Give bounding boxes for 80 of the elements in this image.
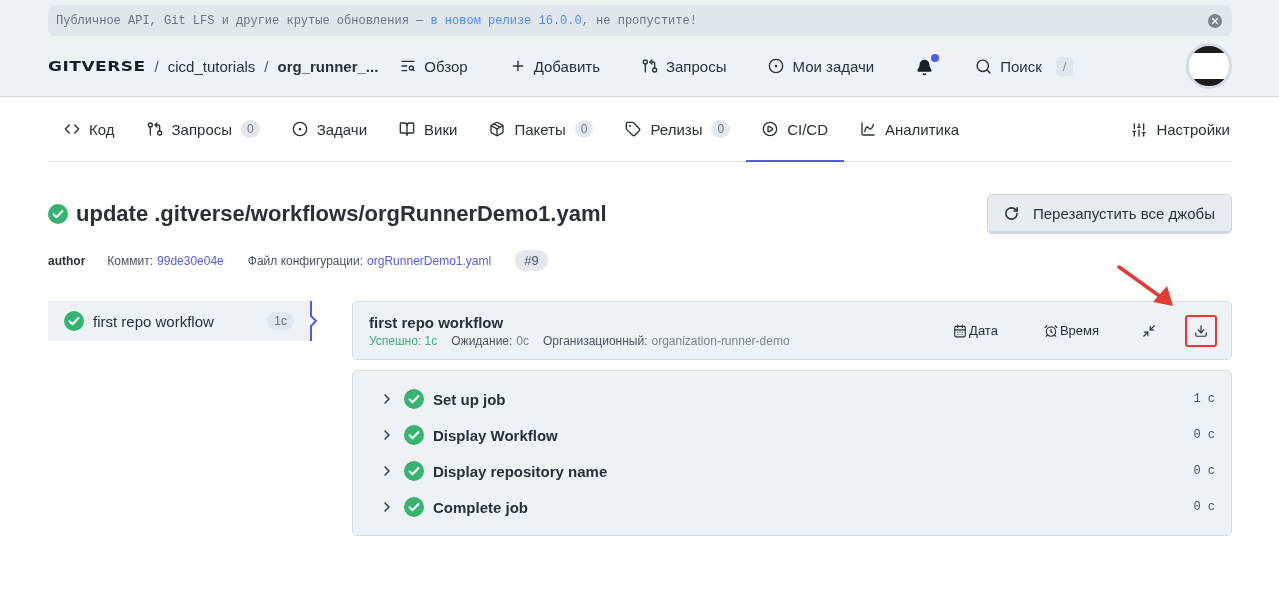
pull-request-icon bbox=[146, 121, 163, 137]
success-duration: Успешно: 1с bbox=[369, 333, 438, 348]
breadcrumb-link[interactable]: org_runner_... bbox=[277, 57, 379, 75]
circle-dot-icon bbox=[768, 58, 785, 74]
tag-icon bbox=[625, 121, 642, 137]
tab[interactable]: Аналитика bbox=[843, 98, 976, 162]
config-label: Файл конфигурации: bbox=[247, 253, 364, 268]
settings-tab[interactable]: Настройки bbox=[1131, 121, 1232, 138]
search-button[interactable]: Поиск / bbox=[975, 56, 1074, 76]
runner-label: Организационный: bbox=[543, 333, 648, 348]
calendar-icon bbox=[953, 323, 968, 338]
step-duration: 1 с bbox=[1193, 392, 1215, 406]
job-item[interactable]: first repo workflow 1с bbox=[48, 301, 310, 341]
breadcrumb-separator: / bbox=[154, 57, 159, 75]
step-name: Set up job bbox=[433, 390, 506, 408]
nav-link[interactable]: Обзор bbox=[400, 57, 468, 75]
chart-line-icon bbox=[859, 121, 876, 137]
success-check-icon bbox=[404, 389, 424, 409]
tab[interactable]: Пакеты 0 bbox=[473, 98, 610, 162]
run-title: update .gitverse/workflows/orgRunnerDemo1.yaml bbox=[76, 201, 608, 227]
count-badge: 0 bbox=[574, 120, 594, 138]
count-badge: 0 bbox=[711, 120, 731, 138]
settings-icon bbox=[1131, 121, 1148, 138]
download-icon bbox=[1194, 323, 1208, 338]
bell-icon bbox=[916, 59, 934, 76]
nav-link[interactable]: Мои задачи bbox=[768, 57, 875, 75]
tab[interactable]: Код bbox=[48, 98, 131, 162]
book-icon bbox=[399, 121, 416, 137]
commit-link[interactable]: 99de30e04e bbox=[157, 253, 224, 268]
tab[interactable]: Задачи bbox=[275, 98, 384, 162]
nav-link[interactable]: Добавить bbox=[509, 57, 600, 75]
fullscreen-icon bbox=[1142, 323, 1156, 338]
notifications-button[interactable] bbox=[914, 54, 940, 78]
success-check-icon bbox=[64, 311, 84, 331]
wait-value: 0с bbox=[516, 333, 530, 348]
run-number: #9 bbox=[515, 250, 548, 271]
download-button[interactable] bbox=[1185, 314, 1217, 347]
success-check-icon bbox=[404, 425, 424, 445]
count-badge: 0 bbox=[241, 120, 260, 138]
success-check-icon bbox=[48, 204, 68, 224]
wait-label: Ожидание: bbox=[451, 333, 513, 348]
alarm-clock-icon bbox=[1043, 323, 1058, 338]
duration-badge: 1с bbox=[267, 312, 294, 330]
tab[interactable]: Вики bbox=[383, 98, 474, 162]
step-name: Complete job bbox=[433, 498, 528, 516]
avatar[interactable] bbox=[1186, 43, 1232, 89]
config-link[interactable]: orgRunnerDemo1.yaml bbox=[367, 253, 492, 268]
tab[interactable]: Запросы 0 bbox=[130, 98, 276, 162]
date-button[interactable]: Дата bbox=[939, 314, 1012, 347]
author-name: author bbox=[48, 253, 86, 268]
step-duration: 0 с bbox=[1193, 464, 1215, 478]
success-check-icon bbox=[404, 461, 424, 481]
refresh-icon bbox=[1003, 205, 1019, 221]
step-duration: 0 с bbox=[1193, 500, 1215, 514]
step-name: Display repository name bbox=[433, 462, 608, 480]
announcement-text: Публичное API, Git LFS и другие крутые обновления — в новом релизе 16.0.0, не пропустите! bbox=[56, 13, 698, 28]
step-duration: 0 с bbox=[1193, 428, 1215, 442]
list-search-icon bbox=[400, 58, 417, 74]
time-button[interactable]: Время bbox=[1029, 314, 1113, 347]
breadcrumb-separator: / bbox=[264, 57, 269, 75]
circle-dot-icon bbox=[291, 121, 308, 137]
close-button[interactable] bbox=[1208, 13, 1222, 28]
runner-name: organization-runner-demo bbox=[651, 333, 790, 348]
shortcut-key: / bbox=[1055, 56, 1074, 76]
success-check-icon bbox=[404, 497, 424, 517]
job-title: first repo workflow bbox=[369, 313, 505, 331]
commit-label: Коммит: bbox=[107, 253, 154, 268]
tab[interactable]: CI/CD bbox=[746, 98, 844, 162]
box-icon bbox=[489, 121, 506, 137]
logo[interactable]: GITVERSE bbox=[48, 57, 146, 75]
step-name: Display Workflow bbox=[433, 426, 558, 444]
code-icon bbox=[64, 121, 80, 137]
job-name: first repo workflow bbox=[93, 312, 214, 330]
breadcrumb-link[interactable]: cicd_tutorials bbox=[167, 57, 256, 75]
nav-link[interactable]: Запросы bbox=[641, 57, 727, 75]
pull-request-icon bbox=[641, 58, 658, 74]
rerun-all-button[interactable]: Перезапустить все джобы bbox=[986, 194, 1232, 234]
play-circle-icon bbox=[762, 121, 779, 137]
tab[interactable]: Релизы 0 bbox=[609, 98, 747, 162]
search-icon bbox=[975, 57, 993, 75]
